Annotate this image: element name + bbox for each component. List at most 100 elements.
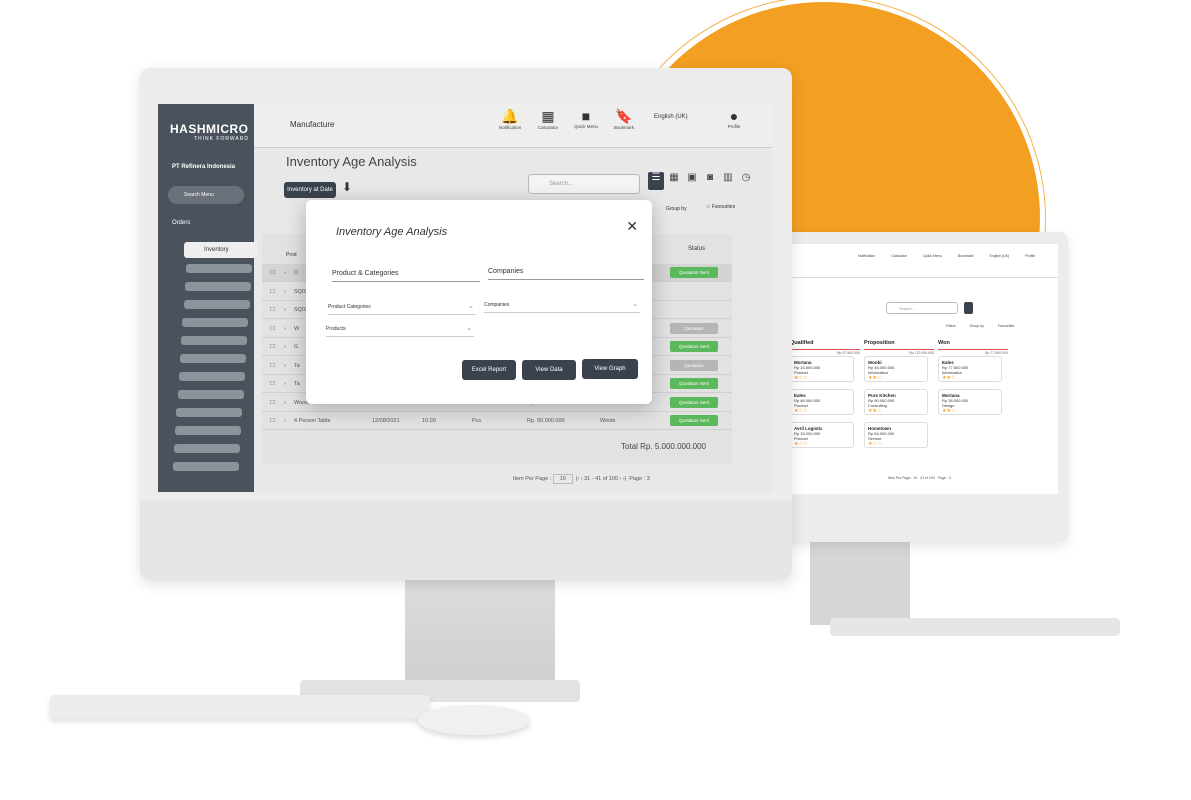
sidebar-item-placeholder[interactable] [182,318,249,327]
page-number[interactable]: 3 [647,476,650,482]
pipeline-card[interactable]: Woobi Rp 45.000.000 Information ★★☆ [864,356,928,382]
expand-chevron-icon[interactable]: › [284,381,286,387]
priority-stars[interactable]: ★★☆ [868,408,924,414]
pagination: Item Per Page : 10 |‹ ‹ 31 - 41 of 100 ›… [513,474,650,484]
sidebar-item-placeholder[interactable] [178,372,245,381]
expand-chevron-icon[interactable]: › [284,307,286,313]
pipeline-card[interactable]: Hometown Rp 54.000.000 Service ★☆☆ [864,422,928,448]
view-data-button[interactable]: View Data [522,360,576,380]
row-checkbox[interactable]: ☐ [270,400,275,406]
items-per-page-select[interactable]: 10 [552,474,573,484]
profile-button[interactable]: ● Profile [714,108,754,129]
calculator-button[interactable]: ▦ Calculator [528,108,568,130]
expand-chevron-icon[interactable]: › [284,326,286,332]
group-by-dropdown[interactable]: Group by [970,324,984,328]
expand-chevron-icon[interactable]: › [284,270,286,276]
row-checkbox[interactable]: ☐ [270,307,275,313]
pipeline-card[interactable]: Pure Kitchen Rp 90.000.000 Consulting ★★☆ [864,389,928,415]
sidebar-item-placeholder[interactable] [177,390,244,399]
search-input[interactable]: Search... [528,174,640,194]
row-checkbox[interactable]: ☐ [270,326,275,332]
row-checkbox[interactable]: ☐ [270,381,275,387]
inventory-at-date-button[interactable]: Inventory at Date [284,182,336,198]
tab-product-categories[interactable]: Product & Categories [332,270,480,282]
items-per-page-label: Item Per Page : [888,476,913,480]
pipeline-card[interactable]: Mortana Rp 38.000.000 Design ★★☆ [938,389,1002,415]
pivot-view-button[interactable]: ◙ [702,172,718,190]
product-name: Ta [294,381,300,387]
pipeline-card[interactable]: Eales Rp 77.500.000 Information ★★☆ [938,356,1002,382]
priority-stars[interactable]: ★★☆ [942,375,998,381]
favourites-dropdown[interactable]: ☆ Favourites [706,204,735,210]
expand-chevron-icon[interactable]: › [284,363,286,369]
quick-menu-button[interactable]: ■ Quick Menu [566,108,606,129]
sidebar-item-placeholder[interactable] [181,336,248,345]
graph-view-button[interactable]: ▥ [720,172,736,190]
notification-button[interactable]: 🔔 Notification [490,108,530,130]
expand-chevron-icon[interactable]: › [284,289,286,295]
calendar-view-button[interactable]: ▣ [684,172,700,190]
sidebar-item-placeholder[interactable] [172,462,239,471]
download-icon[interactable]: ⬇ [342,180,352,194]
kanban-view-button[interactable]: ▦ [666,172,682,190]
notification-button[interactable]: Notification [858,254,875,258]
language-selector[interactable]: English (UK) [654,114,688,120]
sidebar-section-orders[interactable]: Orders [172,220,190,226]
product-categories-select[interactable]: Product Categories ⌄ [328,303,476,315]
expand-chevron-icon[interactable]: › [284,400,286,406]
module-selector[interactable]: Manufacture [290,120,334,129]
tab-companies[interactable]: Companies [488,268,644,280]
table-row[interactable]: ☐ › 4 Person Table 12/08/2021 10.00 Pcs R… [262,412,732,430]
search-menu-input[interactable]: Search Menu [168,186,244,204]
sidebar-item-placeholder[interactable] [174,444,240,453]
products-select[interactable]: Products ⌄ [326,325,474,337]
favourites-dropdown[interactable]: Favourites [998,324,1014,328]
quick-menu-button[interactable]: Quick Menu [923,254,942,258]
row-checkbox[interactable]: ☐ [270,344,275,350]
companies-select[interactable]: Companies ⌄ [484,301,640,313]
sidebar-item-placeholder[interactable] [175,426,242,435]
column-header-product: Prod [286,252,297,258]
list-view-button[interactable]: ☰ [648,172,664,190]
row-checkbox[interactable]: ☐ [270,270,275,276]
priority-stars[interactable]: ★☆☆ [794,408,850,414]
expand-chevron-icon[interactable]: › [284,344,286,350]
pipeline-card[interactable]: Eales Rp 46.000.000 Product ★☆☆ [790,389,854,415]
items-per-page-select[interactable]: 10 [913,476,917,480]
priority-stars[interactable]: ★★☆ [868,375,924,381]
pipeline-card[interactable]: Avril Logistic Rp 15.000.000 Product ★☆☆ [790,422,854,448]
sidebar-item-placeholder[interactable] [176,408,243,417]
profile-button[interactable]: Profile [1025,254,1035,258]
bookmark-button[interactable]: 🔖 Bookmark [604,108,644,130]
sidebar-item-inventory[interactable]: Inventory [184,242,258,258]
close-icon[interactable]: ✕ [626,218,638,235]
language-selector[interactable]: English (UK) [990,254,1010,258]
excel-report-button[interactable]: Excel Report [462,360,516,380]
priority-stars[interactable]: ★★☆ [942,408,998,414]
filters-dropdown[interactable]: Filters [946,324,956,328]
sidebar-item-placeholder[interactable] [184,282,251,291]
row-checkbox[interactable]: ☐ [270,418,275,424]
search-input[interactable]: Search... [886,302,958,314]
monitor-stand [810,540,910,625]
priority-stars[interactable]: ★☆☆ [794,375,850,381]
pipeline-card[interactable]: Mortana Rp 15.500.000 Product ★☆☆ [790,356,854,382]
sidebar-item-placeholder[interactable] [183,300,250,309]
modal-title: Inventory Age Analysis [336,226,448,238]
row-checkbox[interactable]: ☐ [270,363,275,369]
priority-stars[interactable]: ★☆☆ [868,441,924,447]
expand-chevron-icon[interactable]: › [284,418,286,424]
list-view-button[interactable] [964,302,973,314]
row-checkbox[interactable]: ☐ [270,289,275,295]
company-switcher[interactable]: PT Refinera Indonesia [172,164,235,170]
priority-stars[interactable]: ★☆☆ [794,441,850,447]
sidebar-item-placeholder[interactable] [180,354,246,363]
bookmark-button[interactable]: Bookmark [958,254,974,258]
activity-view-button[interactable]: ◷ [738,172,754,190]
view-graph-button[interactable]: View Graph [582,359,638,379]
monitor-base [830,618,1120,636]
calculator-button[interactable]: Calculator [891,254,907,258]
sidebar-item-placeholder[interactable] [186,264,252,273]
page-number[interactable]: 3 [949,476,951,480]
group-by-dropdown[interactable]: Group by [666,206,687,212]
